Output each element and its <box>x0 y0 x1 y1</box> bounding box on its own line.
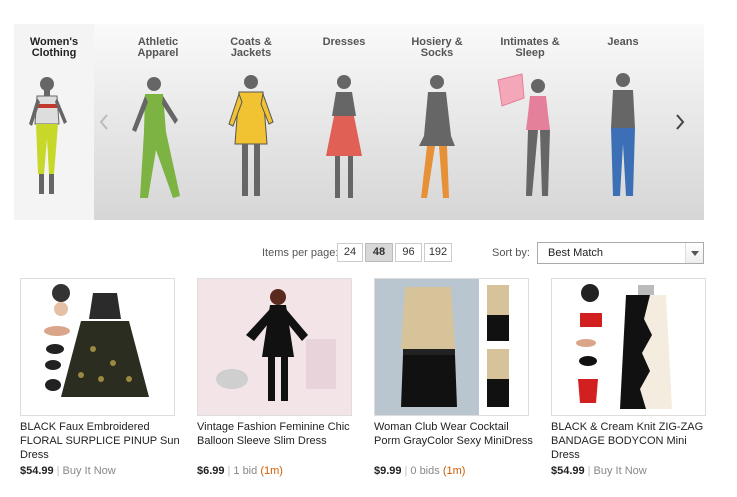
product-bid-count: 1 bid <box>233 465 258 477</box>
product-price: $9.99 <box>374 465 402 477</box>
category-carousel: Women's Clothing Athletic Apparel Coats … <box>14 24 704 220</box>
product-title[interactable]: BLACK Faux Embroidered FLORAL SURPLICE P… <box>20 420 180 462</box>
chevron-left-icon <box>99 114 108 130</box>
chevron-right-icon <box>676 114 685 130</box>
category-label: Dresses <box>322 36 366 48</box>
product-title[interactable]: BLACK & Cream Knit ZIG-ZAG BANDAGE BODYC… <box>551 420 711 462</box>
category-coats-jackets[interactable]: Coats & Jackets <box>211 24 291 220</box>
product-price: $54.99 <box>20 465 54 477</box>
items-per-page-96-button[interactable]: 96 <box>395 243 422 262</box>
product-price: $54.99 <box>551 465 585 477</box>
dresses-figure-icon <box>326 75 362 198</box>
price-separator: | <box>227 465 231 477</box>
price-separator: | <box>404 465 408 477</box>
athletic-apparel-figure-icon <box>132 77 180 198</box>
intimates-sleep-figure-icon <box>497 73 550 196</box>
dress-photo-icon <box>552 279 705 415</box>
sort-by-value: Best Match <box>548 247 604 259</box>
hosiery-socks-figure-icon <box>419 75 455 198</box>
category-label: Coats & Jackets <box>230 36 272 59</box>
jeans-figure-icon <box>611 73 635 196</box>
product-price-line: $54.99 | Buy It Now <box>551 465 721 477</box>
product-time-left: (1m) <box>442 465 466 477</box>
dress-photo-icon <box>21 279 174 415</box>
dress-photo-icon <box>198 279 351 415</box>
category-athletic-apparel[interactable]: Athletic Apparel <box>118 24 198 220</box>
carousel-next-button[interactable] <box>670 108 690 136</box>
carousel-prev-button[interactable] <box>94 108 114 136</box>
product-image[interactable] <box>197 278 352 416</box>
product-price: $6.99 <box>197 465 225 477</box>
product-price-line: $9.99 | 0 bids (1m) <box>374 465 544 477</box>
price-separator: | <box>587 465 591 477</box>
product-title[interactable]: Vintage Fashion Feminine Chic Balloon Sl… <box>197 420 357 448</box>
category-label: Jeans <box>607 36 639 48</box>
coats-jackets-figure-icon <box>228 75 274 196</box>
product-image[interactable] <box>374 278 529 416</box>
product-time-left: (1m) <box>260 465 283 477</box>
category-label: Intimates & Sleep <box>500 36 560 59</box>
items-per-page-label: Items per page: <box>262 247 339 259</box>
product-image[interactable] <box>20 278 175 416</box>
product-bid-count: 0 bids <box>410 465 440 477</box>
price-separator: | <box>56 465 60 477</box>
items-per-page-192-button[interactable]: 192 <box>424 243 452 262</box>
items-per-page-24-button[interactable]: 24 <box>337 243 363 262</box>
product-buy-it-now: Buy It Now <box>62 465 116 477</box>
product-buy-it-now: Buy It Now <box>593 465 647 477</box>
category-label: Hosiery & Socks <box>411 36 463 59</box>
dress-photo-icon <box>375 279 528 415</box>
category-dresses[interactable]: Dresses <box>304 24 384 220</box>
product-title[interactable]: Woman Club Wear Cocktail Porm GrayColor … <box>374 420 534 448</box>
product-price-line: $54.99 | Buy It Now <box>20 465 190 477</box>
sort-by-select[interactable]: Best Match <box>537 242 704 264</box>
chevron-down-icon <box>685 243 703 263</box>
category-intimates-sleep[interactable]: Intimates & Sleep <box>490 24 570 220</box>
product-image[interactable] <box>551 278 706 416</box>
category-hosiery-socks[interactable]: Hosiery & Socks <box>397 24 477 220</box>
category-label: Athletic Apparel <box>137 36 179 59</box>
category-jeans[interactable]: Jeans <box>583 24 663 220</box>
product-price-line: $6.99 | 1 bid (1m) <box>197 465 367 477</box>
category-womens-clothing[interactable]: Women's Clothing <box>14 24 94 220</box>
womens-clothing-figure-icon <box>29 77 67 194</box>
category-label: Women's Clothing <box>29 36 79 59</box>
items-per-page-48-button[interactable]: 48 <box>365 243 393 262</box>
sort-by-label: Sort by: <box>492 247 530 259</box>
